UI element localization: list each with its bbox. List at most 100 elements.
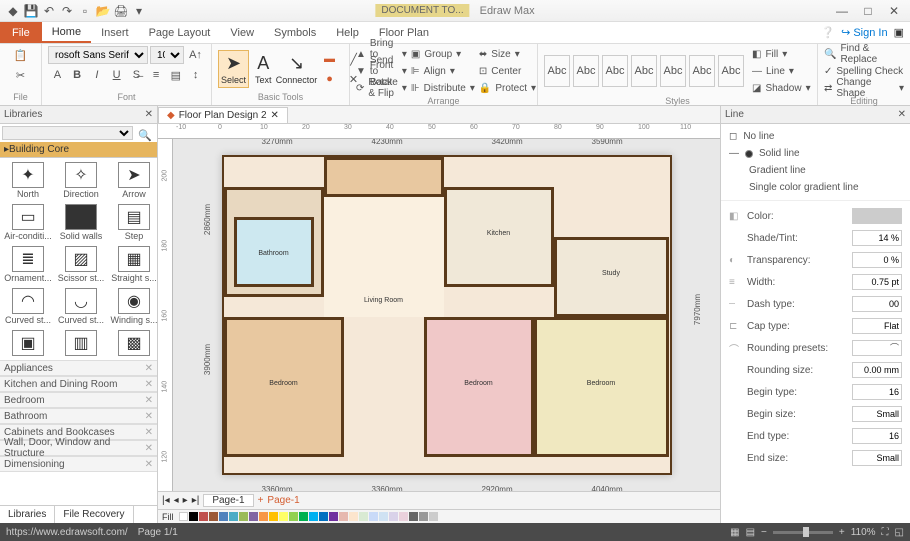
swatch[interactable] (359, 512, 368, 521)
end-type-input[interactable] (852, 428, 902, 444)
open-icon[interactable]: 📂 (95, 3, 111, 19)
round-size-input[interactable] (852, 362, 902, 378)
swatch[interactable] (299, 512, 308, 521)
swatch[interactable] (419, 512, 428, 521)
close-button[interactable]: ✕ (882, 2, 906, 20)
minimize-button[interactable]: — (830, 2, 854, 20)
file-tab[interactable]: File (0, 22, 42, 43)
find-replace-button[interactable]: 🔍Find & Replace (824, 46, 904, 62)
style-preset-3[interactable]: Abc (602, 55, 628, 87)
section-bathroom[interactable]: Bathroom✕ (0, 408, 157, 424)
end-size-input[interactable] (852, 450, 902, 466)
shape-rect-icon[interactable]: ▬ (320, 50, 340, 68)
swatch[interactable] (219, 512, 228, 521)
group-button[interactable]: ▣Group▾ (411, 46, 475, 62)
swatch[interactable] (349, 512, 358, 521)
redo-icon[interactable]: ↷ (59, 3, 75, 19)
menu-help[interactable]: Help (326, 22, 369, 43)
color-picker[interactable] (852, 208, 902, 224)
swatch[interactable] (379, 512, 388, 521)
shape-circle-icon[interactable]: ● (320, 70, 340, 88)
bullets-icon[interactable]: ≡ (147, 66, 166, 84)
strike-icon[interactable]: S̶ (127, 66, 146, 84)
maximize-button[interactable]: □ (856, 2, 880, 20)
shadow-button[interactable]: ◪Shadow▾ (752, 80, 811, 96)
section-bedroom[interactable]: Bedroom✕ (0, 392, 157, 408)
library-dropdown[interactable] (2, 126, 133, 140)
ribbon-collapse-icon[interactable]: ▣ (894, 26, 904, 39)
size-button[interactable]: ⬌Size▾ (479, 46, 536, 62)
shape-curved-stairs-1[interactable]: ◠Curved st... (2, 286, 54, 327)
swatch[interactable] (339, 512, 348, 521)
font-color-icon[interactable]: A (48, 66, 67, 84)
line-panel-close-icon[interactable]: ✕ (898, 109, 906, 120)
room-bedroom-2[interactable]: Bedroom (424, 317, 534, 457)
chevron-down-icon[interactable]: ▾ (131, 3, 147, 19)
swatch[interactable] (389, 512, 398, 521)
shape-curved-stairs-2[interactable]: ◡Curved st... (55, 286, 107, 327)
style-preset-5[interactable]: Abc (660, 55, 686, 87)
room-bathroom[interactable]: Bathroom (234, 217, 314, 287)
shape-solid-walls[interactable]: Solid walls (55, 202, 107, 243)
swatch[interactable] (429, 512, 438, 521)
room-bedroom-1[interactable]: Bedroom (224, 317, 344, 457)
page-nav-prev-icon[interactable]: ◂ (174, 495, 179, 506)
zoom-slider[interactable] (773, 531, 833, 534)
protect-button[interactable]: 🔒Protect▾ (479, 80, 536, 96)
swatch[interactable] (249, 512, 258, 521)
doc-tab[interactable]: ◆ Floor Plan Design 2 ✕ (158, 107, 288, 123)
change-shape-button[interactable]: ⇄Change Shape▾ (824, 80, 904, 96)
cap-input[interactable] (852, 318, 902, 334)
room-kitchen[interactable]: Kitchen (444, 187, 554, 287)
swatch[interactable] (409, 512, 418, 521)
view-mode-2-icon[interactable]: ▤ (746, 527, 755, 538)
paste-icon[interactable]: 📋 (11, 46, 31, 64)
app-icon[interactable]: ◆ (5, 3, 21, 19)
floorplan[interactable]: Bathroom Kitchen Study Living Room Bedro… (222, 155, 672, 475)
shape-extra-1[interactable]: ▣ (2, 328, 54, 358)
font-family-select[interactable]: rosoft Sans Serif (48, 46, 148, 64)
view-mode-1-icon[interactable]: ▦ (730, 527, 739, 538)
shape-step[interactable]: ▤Step (108, 202, 157, 243)
swatch[interactable] (189, 512, 198, 521)
begin-size-input[interactable] (852, 406, 902, 422)
select-tool[interactable]: ➤Select (218, 50, 249, 88)
style-preset-6[interactable]: Abc (689, 55, 715, 87)
menu-symbols[interactable]: Symbols (264, 22, 326, 43)
text-tool[interactable]: AText (253, 51, 274, 87)
library-category[interactable]: ▸ Building Core (0, 142, 157, 158)
doc-close-icon[interactable]: ✕ (271, 110, 279, 121)
shape-direction[interactable]: ✧Direction (55, 160, 107, 201)
line-style-button[interactable]: —Line▾ (752, 63, 811, 79)
bold-icon[interactable]: B (68, 66, 87, 84)
menu-page-layout[interactable]: Page Layout (139, 22, 221, 43)
swatch[interactable] (179, 512, 188, 521)
shape-scissor-stairs[interactable]: ▨Scissor st... (55, 244, 107, 285)
swatch[interactable] (289, 512, 298, 521)
room-terrace[interactable] (324, 157, 444, 197)
menu-view[interactable]: View (220, 22, 264, 43)
page-nav-next-icon[interactable]: ▸ (183, 495, 188, 506)
align-button[interactable]: ⊫Align▾ (411, 63, 475, 79)
copy-icon[interactable]: ✂ (11, 66, 31, 84)
shade-input[interactable] (852, 230, 902, 246)
shape-arrow[interactable]: ➤Arrow (108, 160, 157, 201)
rotate-flip-button[interactable]: ⟳Rotate & Flip▾ (356, 80, 407, 96)
zoom-in-icon[interactable]: + (839, 527, 845, 538)
begin-type-input[interactable] (852, 384, 902, 400)
swatch[interactable] (319, 512, 328, 521)
swatch[interactable] (259, 512, 268, 521)
swatch[interactable] (199, 512, 208, 521)
page-nav-last-icon[interactable]: ▸| (192, 495, 200, 506)
swatch[interactable] (279, 512, 288, 521)
swatch[interactable] (229, 512, 238, 521)
shape-extra-2[interactable]: ▥ (55, 328, 107, 358)
zoom-out-icon[interactable]: − (761, 527, 767, 538)
shape-ornament[interactable]: ≣Ornament... (2, 244, 54, 285)
opt-single-gradient[interactable]: Single color gradient line (725, 179, 906, 196)
underline-icon[interactable]: U (107, 66, 126, 84)
section-wall-door[interactable]: Wall, Door, Window and Structure✕ (0, 440, 157, 456)
swatch[interactable] (309, 512, 318, 521)
section-appliances[interactable]: Appliances✕ (0, 360, 157, 376)
swatch[interactable] (239, 512, 248, 521)
